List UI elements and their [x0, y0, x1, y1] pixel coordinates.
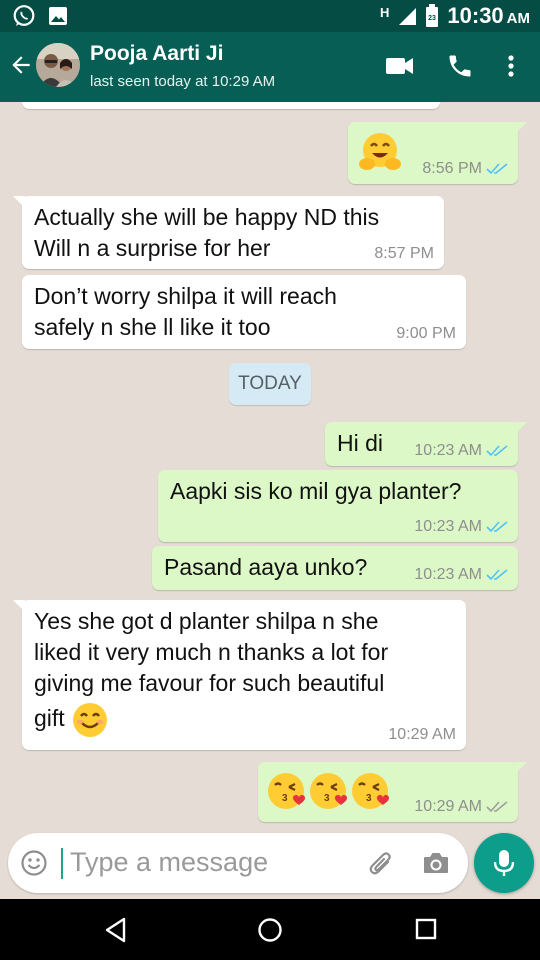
message-line: Will n a surprise for her [34, 235, 271, 261]
bubble-tail [13, 600, 25, 612]
message-outgoing[interactable]: Aapki sis ko mil gya planter? 10:23 AM [158, 470, 518, 542]
back-arrow-icon[interactable] [8, 52, 34, 78]
clock: 10:30 AM [447, 3, 530, 29]
emoji-row: 3 3 3 [266, 771, 392, 813]
message-meta: 8:57 PM [374, 245, 434, 263]
message-incoming[interactable]: Actually she will be happy ND this Will … [13, 196, 444, 269]
message-incoming[interactable]: Don’t worry shilpa it will reach safely … [22, 275, 466, 349]
message-text: Actually she will be happy ND this Will … [34, 202, 379, 264]
read-ticks-icon [486, 445, 508, 457]
svg-text:3: 3 [324, 793, 330, 804]
message-meta: 10:23 AM [414, 566, 508, 584]
message-incoming[interactable]: Yes she got d planter shilpa n she liked… [13, 600, 466, 750]
battery-icon: 23 [426, 4, 439, 27]
message-time: 10:23 AM [414, 518, 482, 535]
svg-text:3: 3 [366, 793, 372, 804]
video-call-icon[interactable] [385, 52, 415, 80]
nav-recents-icon[interactable] [414, 917, 438, 941]
message-time: 8:57 PM [374, 245, 434, 262]
message-line: safely n she ll like it too [34, 314, 271, 340]
nav-back-icon[interactable] [104, 917, 128, 943]
more-options-icon[interactable] [504, 52, 518, 80]
message-time: 10:23 AM [414, 442, 482, 459]
message-line: liked it very much n thanks a lot for [34, 639, 389, 665]
message-time: 10:23 AM [414, 566, 482, 583]
system-nav-bar [0, 899, 540, 960]
network-type: H [380, 4, 390, 20]
message-line: Yes she got d planter shilpa n she [34, 608, 379, 634]
message-outgoing[interactable]: 8:56 PM [348, 122, 527, 184]
read-ticks-icon [486, 569, 508, 581]
message-composer[interactable]: Type a message [8, 833, 468, 893]
smiling-face-emoji [73, 702, 108, 737]
read-ticks-icon [486, 521, 508, 533]
kissing-face-emoji: 3 [268, 773, 305, 809]
svg-text:3: 3 [282, 793, 288, 804]
message-time: 8:56 PM [422, 160, 482, 177]
message-list[interactable]: 8:56 PM Actually she will be happy ND th… [0, 102, 540, 832]
message-outgoing[interactable]: Hi di 10:23 AM [325, 422, 527, 466]
message-text: Pasand aaya unko? [164, 554, 368, 580]
contact-name[interactable]: Pooja Aarti Ji [90, 42, 223, 66]
message-outgoing[interactable]: 3 3 3 10:29 AM [258, 762, 527, 822]
message-meta: 8:56 PM [422, 160, 508, 178]
message-line: giving me favour for such beautiful [34, 670, 385, 696]
message-text: Yes she got d planter shilpa n she liked… [34, 606, 388, 739]
battery-level: 23 [428, 15, 436, 22]
message-line: Actually she will be happy ND this [34, 204, 380, 230]
signal-icon [399, 8, 417, 25]
nav-home-icon[interactable] [257, 917, 283, 943]
text-caret [61, 848, 63, 879]
message-meta: 9:00 PM [396, 325, 456, 343]
message-line: gift [34, 699, 388, 739]
mic-icon [493, 850, 515, 876]
voice-call-icon[interactable] [446, 52, 474, 80]
read-ticks-icon [486, 163, 508, 175]
chat-header: Pooja Aarti Ji last seen today at 10:29 … [0, 32, 540, 102]
message-meta: 10:29 AM [414, 798, 508, 816]
gallery-icon [49, 7, 67, 25]
message-input[interactable]: Type a message [70, 847, 268, 878]
message-time: 10:29 AM [388, 726, 456, 743]
message-bubble-partial[interactable] [22, 102, 440, 109]
kissing-face-emoji: 3 [310, 773, 347, 809]
message-text: Don’t worry shilpa it will reach safely … [34, 281, 337, 343]
message-meta: 10:23 AM [414, 518, 508, 536]
last-seen: last seen today at 10:29 AM [90, 73, 276, 90]
bubble-tail [13, 196, 25, 208]
message-text: Hi di [337, 430, 384, 456]
emoji-icon[interactable] [20, 849, 48, 877]
message-text: Aapki sis ko mil gya planter? [170, 478, 462, 504]
clock-time: 10:30 [447, 3, 504, 28]
message-line: Don’t worry shilpa it will reach [34, 283, 337, 309]
date-separator: TODAY [229, 363, 311, 405]
message-line-text: gift [34, 705, 65, 731]
hugging-face-emoji [359, 133, 401, 170]
delivered-ticks-icon [486, 801, 508, 813]
message-time: 10:29 AM [414, 798, 482, 815]
whatsapp-icon [13, 5, 35, 26]
bubble-tail [515, 422, 527, 434]
clock-ampm: AM [506, 10, 530, 27]
bubble-tail [515, 122, 527, 134]
attach-icon[interactable] [366, 849, 396, 879]
mic-button[interactable] [474, 833, 534, 893]
message-meta: 10:29 AM [388, 726, 456, 744]
message-meta: 10:23 AM [414, 442, 508, 460]
camera-icon[interactable] [422, 850, 450, 876]
avatar[interactable] [36, 43, 80, 87]
message-outgoing[interactable]: Pasand aaya unko? 10:23 AM [152, 546, 518, 590]
status-bar: H 23 10:30 AM [0, 0, 540, 32]
bubble-tail [515, 762, 527, 774]
kissing-face-emoji: 3 [352, 773, 389, 809]
message-time: 9:00 PM [396, 325, 456, 342]
